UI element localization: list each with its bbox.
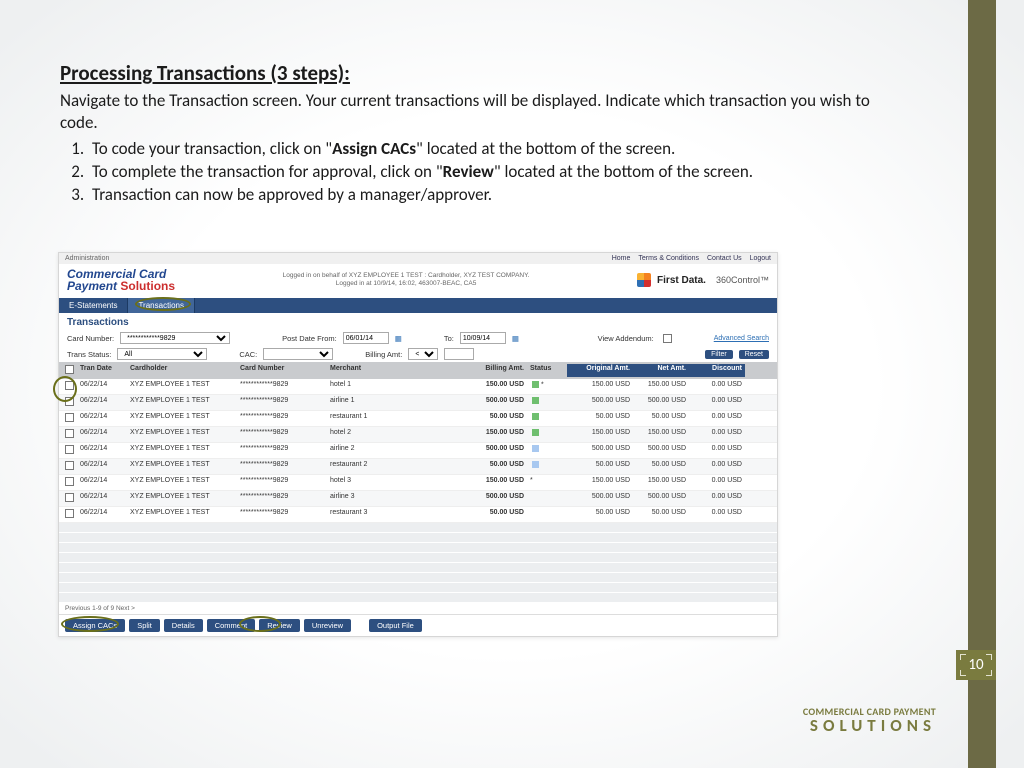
slide-intro: Navigate to the Transaction screen. Your… (60, 90, 900, 134)
firstdata-label: First Data. (657, 275, 706, 286)
table-row[interactable]: 06/22/14XYZ EMPLOYEE 1 TEST************9… (59, 379, 777, 395)
reset-button[interactable]: Reset (739, 350, 769, 359)
row-checkbox[interactable] (65, 429, 74, 438)
billing-op-select[interactable]: < (408, 348, 438, 360)
row-checkbox[interactable] (65, 445, 74, 454)
addendum-label: View Addendum: (598, 334, 654, 343)
table-row[interactable]: 06/22/14XYZ EMPLOYEE 1 TEST************9… (59, 443, 777, 459)
step-2: To complete the transaction for approval… (88, 161, 900, 184)
footer-line2: SOLUTIONS (803, 717, 936, 734)
status-label: Trans Status: (67, 350, 111, 359)
tab-estatements[interactable]: E-Statements (59, 298, 128, 313)
app-screenshot: Administration Home Terms & Conditions C… (58, 252, 778, 637)
page-title: Transactions (59, 313, 777, 330)
tab-transactions[interactable]: Transactions (128, 298, 195, 313)
details-button[interactable]: Details (164, 619, 203, 632)
firstdata-icon (637, 273, 651, 287)
page-number: 10 (968, 656, 983, 674)
to-label: To: (444, 334, 454, 343)
brand-logo: Commercial Card Payment Solutions (67, 268, 175, 292)
table-header: Tran Date Cardholder Card Number Merchan… (59, 362, 777, 379)
split-button[interactable]: Split (129, 619, 160, 632)
filter-button[interactable]: Filter (705, 350, 733, 359)
table-row[interactable]: 06/22/14XYZ EMPLOYEE 1 TEST************9… (59, 475, 777, 491)
page-number-badge: 10 (956, 650, 996, 680)
logged-in-info: Logged in on behalf of XYZ EMPLOYEE 1 TE… (283, 272, 530, 288)
row-checkbox[interactable] (65, 493, 74, 502)
row-checkbox[interactable] (65, 413, 74, 422)
table-row[interactable]: 06/22/14XYZ EMPLOYEE 1 TEST************9… (59, 491, 777, 507)
assign-cacs-button[interactable]: Assign CACs (65, 619, 125, 632)
table-row[interactable]: 06/22/14XYZ EMPLOYEE 1 TEST************9… (59, 395, 777, 411)
cac-label: CAC: (239, 350, 257, 359)
nav-contact[interactable]: Contact Us (707, 255, 742, 262)
comment-button[interactable]: Comment (207, 619, 256, 632)
card-label: Card Number: (67, 334, 114, 343)
row-checkbox[interactable] (65, 461, 74, 470)
output-file-button[interactable]: Output File (369, 619, 422, 632)
footer-logo: COMMERCIAL CARD PAYMENT SOLUTIONS (803, 707, 936, 734)
to-input[interactable] (460, 332, 506, 344)
nav-logout[interactable]: Logout (750, 255, 771, 262)
table-row[interactable]: 06/22/14XYZ EMPLOYEE 1 TEST************9… (59, 507, 777, 523)
billing-amt-input[interactable] (444, 348, 474, 360)
addendum-checkbox[interactable] (663, 334, 672, 343)
calendar-icon[interactable]: ▦ (512, 334, 519, 343)
pager[interactable]: Previous 1-9 of 9 Next > (59, 603, 777, 614)
postfrom-input[interactable] (343, 332, 389, 344)
row-checkbox[interactable] (65, 477, 74, 486)
card-select[interactable]: ************9829 (120, 332, 230, 344)
step-3: Transaction can now be approved by a man… (88, 184, 900, 207)
cac-select[interactable] (263, 348, 333, 360)
calendar-icon[interactable]: ▦ (395, 334, 402, 343)
slide-heading: Processing Transactions (3 steps): (60, 60, 900, 86)
step-1: To code your transaction, click on "Assi… (88, 138, 900, 161)
review-button[interactable]: Review (259, 619, 300, 632)
steps-list: To code your transaction, click on "Assi… (60, 138, 900, 207)
row-checkbox[interactable] (65, 509, 74, 518)
product-label: 360Control™ (716, 275, 769, 285)
table-row[interactable]: 06/22/14XYZ EMPLOYEE 1 TEST************9… (59, 427, 777, 443)
table-row[interactable]: 06/22/14XYZ EMPLOYEE 1 TEST************9… (59, 459, 777, 475)
nav-terms[interactable]: Terms & Conditions (638, 255, 699, 262)
status-select[interactable]: All (117, 348, 207, 360)
postfrom-label: Post Date From: (282, 334, 337, 343)
billing-label: Billing Amt: (365, 350, 402, 359)
select-all-checkbox[interactable] (65, 365, 74, 374)
row-checkbox[interactable] (65, 397, 74, 406)
unreview-button[interactable]: Unreview (304, 619, 351, 632)
row-checkbox[interactable] (65, 381, 74, 390)
advanced-search-link[interactable]: Advanced Search (714, 335, 769, 342)
admin-label[interactable]: Administration (65, 255, 109, 262)
table-row[interactable]: 06/22/14XYZ EMPLOYEE 1 TEST************9… (59, 411, 777, 427)
nav-home[interactable]: Home (612, 255, 631, 262)
